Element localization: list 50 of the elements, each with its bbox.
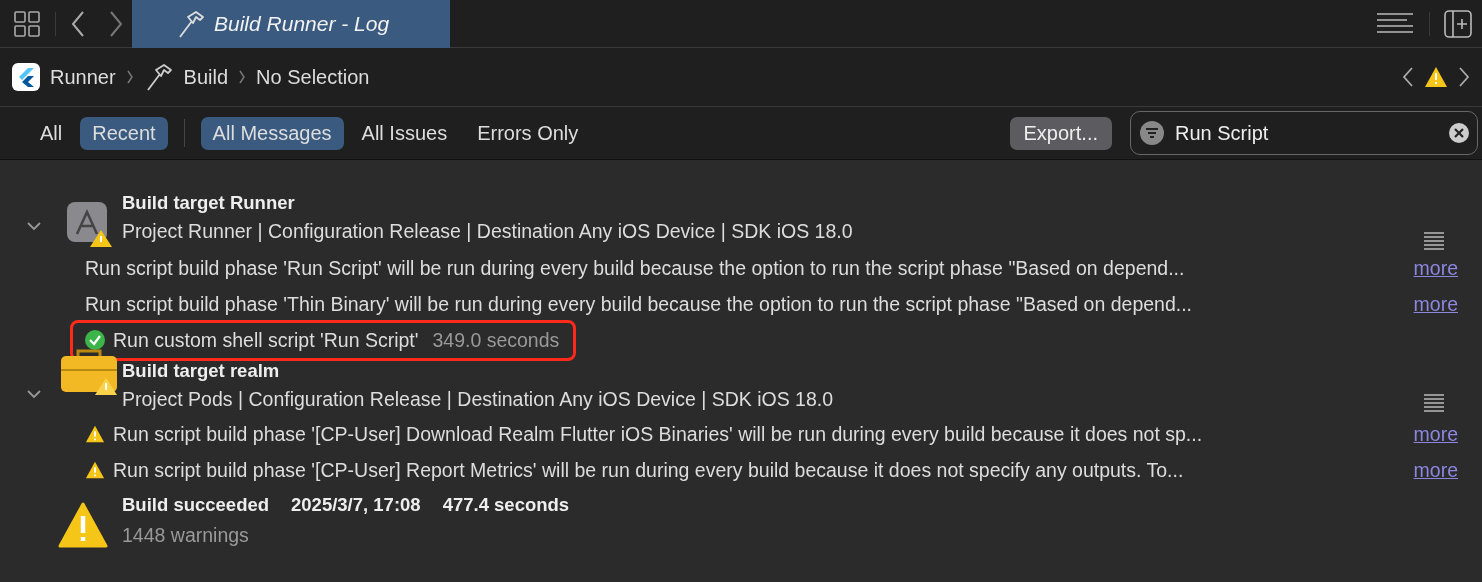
scope-tab[interactable]: Recent (80, 116, 168, 150)
warning-icon[interactable] (1424, 66, 1448, 88)
build-date: 2025/3/7, 17:08 (291, 494, 421, 516)
separator-icon (125, 69, 134, 85)
toolbox-icon (60, 348, 118, 396)
breadcrumb-item[interactable]: Runner (50, 65, 116, 89)
filter-icon (1140, 121, 1164, 145)
success-icon (85, 330, 105, 350)
scope-tab[interactable]: All (28, 116, 75, 150)
export-button[interactable]: Export... (1009, 116, 1112, 150)
log-message: Run script build phase 'Run Script' will be run during every build because the option to run the script phase "Based on depend... (85, 256, 1185, 280)
message-filter-tab[interactable]: Errors Only (465, 116, 591, 150)
lines-icon[interactable] (1377, 11, 1413, 36)
log-message: Run script build phase '[CP-User] Download Realm Flutter iOS Binaries' will be run during every build because it does not sp... (113, 422, 1203, 446)
log-message: Run custom shell script 'Run Script' (113, 328, 419, 352)
editor-tab[interactable]: Build Runner - Log (132, 0, 450, 48)
more-link[interactable]: more (1413, 256, 1458, 280)
more-link[interactable]: more (1413, 458, 1458, 482)
next-issue-icon[interactable] (1458, 65, 1470, 89)
more-link[interactable]: more (1413, 422, 1458, 446)
message-filter-tab[interactable]: All Issues (349, 116, 460, 150)
search-field[interactable]: Run Script (1130, 111, 1478, 155)
warning-icon (85, 424, 105, 444)
breadcrumb-item[interactable]: Build (183, 65, 229, 89)
previous-issue-icon[interactable] (1402, 65, 1414, 89)
warning-count: 1448 warnings (122, 524, 250, 547)
warning-icon (58, 502, 108, 548)
target-details: Project Runner | Configuration Release | Destination Any iOS Device | SDK iOS 18.0 (122, 220, 854, 243)
message-filter-tab[interactable]: All Messages (200, 116, 344, 150)
log-message: Run script build phase 'Thin Binary' will be run during every build because the option to run the script phase "Based on depend... (85, 292, 1193, 316)
list-icon[interactable] (1424, 232, 1444, 250)
build-duration: 477.4 seconds (442, 494, 570, 516)
clear-icon[interactable] (1449, 123, 1469, 143)
flutter-icon (12, 63, 40, 91)
list-icon[interactable] (1424, 394, 1444, 412)
separator-icon (238, 69, 247, 85)
add-panel-icon[interactable] (1444, 9, 1472, 38)
back-icon[interactable] (70, 9, 86, 38)
log-message: Run script build phase '[CP-User] Report Metrics' will be run during every build because it does not specify any outputs. To... (113, 458, 1184, 482)
target-title: Build target realm (122, 360, 281, 382)
warning-icon (85, 460, 105, 480)
build-status: Build succeeded (122, 494, 269, 516)
more-link[interactable]: more (1413, 292, 1458, 316)
hammer-icon (176, 8, 206, 39)
target-title: Build target Runner (122, 192, 296, 214)
forward-icon[interactable] (108, 9, 124, 38)
target-details: Project Pods | Configuration Release | Destination Any iOS Device | SDK iOS 18.0 (122, 388, 835, 411)
grid-icon[interactable] (13, 9, 41, 38)
breadcrumb-item[interactable]: No Selection (256, 65, 370, 89)
duration: 349.0 seconds (432, 328, 560, 352)
